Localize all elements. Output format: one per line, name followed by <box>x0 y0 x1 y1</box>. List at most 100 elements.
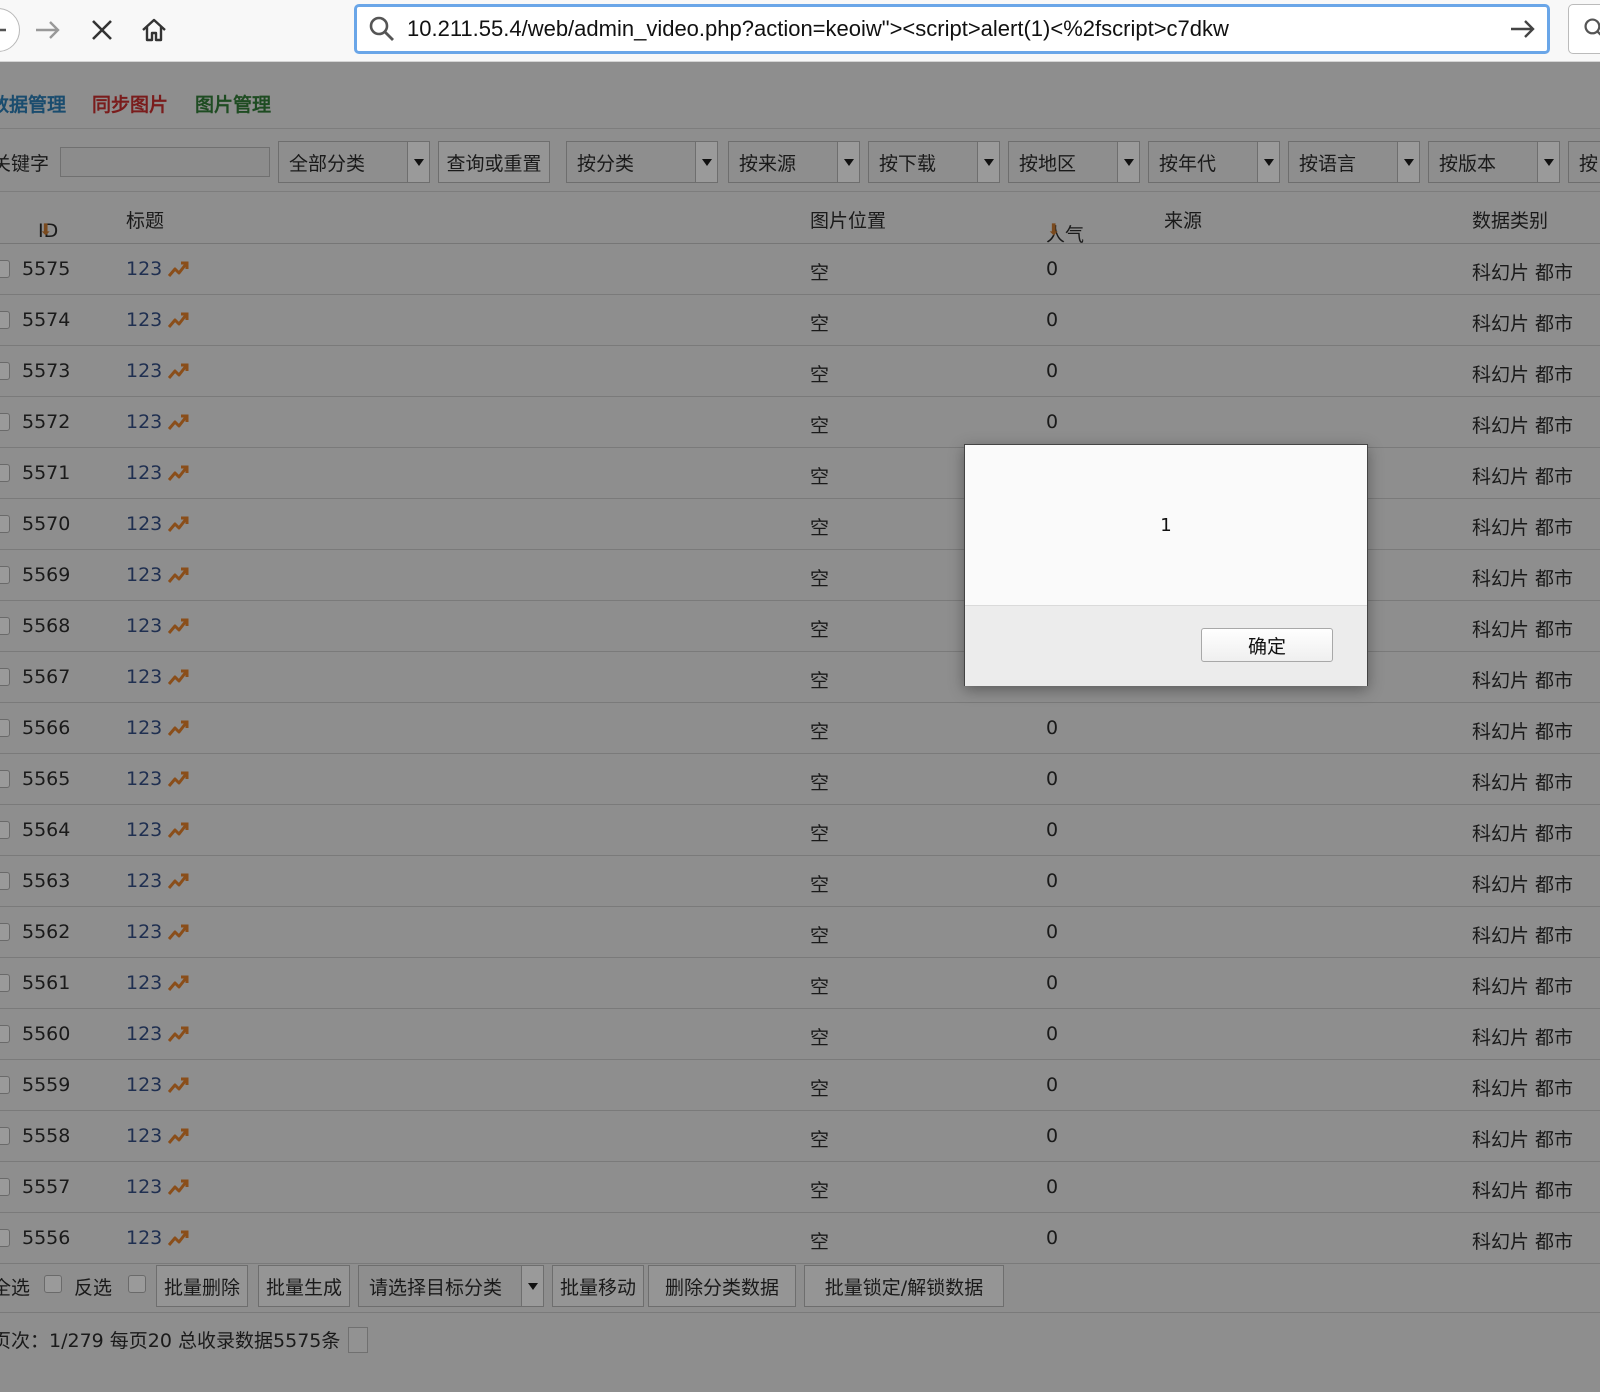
menu-image-manage[interactable]: 图片管理 <box>195 90 271 117</box>
table-row: 5561 123 空 0 科幻片 都市 <box>0 958 1600 1009</box>
row-title-text: 123 <box>126 411 163 433</box>
trend-up-icon <box>168 261 189 277</box>
select-all-checkbox[interactable] <box>44 1275 62 1293</box>
row-title-link[interactable]: 123 <box>126 768 190 790</box>
row-title-text: 123 <box>126 768 163 790</box>
row-title-text: 123 <box>126 462 163 484</box>
row-title-text: 123 <box>126 258 163 280</box>
row-checkbox[interactable] <box>0 974 10 992</box>
arrow-right-icon <box>36 21 60 39</box>
batch-generate-button[interactable]: 批量生成 <box>258 1265 350 1307</box>
row-category: 科幻片 都市 <box>1472 721 1574 743</box>
filter-by-version[interactable]: 按版本 <box>1428 141 1560 183</box>
filter-by-year[interactable]: 按年代 <box>1148 141 1280 183</box>
row-title-link[interactable]: 123 <box>126 1125 190 1147</box>
row-checkbox[interactable] <box>0 872 10 890</box>
row-checkbox[interactable] <box>0 821 10 839</box>
row-checkbox[interactable] <box>0 770 10 788</box>
filter-more[interactable]: 按 <box>1568 141 1600 183</box>
row-title-link[interactable]: 123 <box>126 309 190 331</box>
page-jump-input[interactable] <box>348 1326 369 1353</box>
row-checkbox[interactable] <box>0 464 10 482</box>
row-popularity: 0 <box>1046 1227 1059 1249</box>
row-category: 科幻片 都市 <box>1472 1027 1574 1049</box>
row-checkbox[interactable] <box>0 1178 10 1196</box>
row-popularity: 0 <box>1046 819 1059 841</box>
row-id: 5562 <box>22 921 71 943</box>
row-title-link[interactable]: 123 <box>126 513 190 535</box>
alert-message: 1 <box>1160 514 1172 536</box>
trend-up-icon <box>168 669 189 685</box>
trend-up-icon <box>168 873 189 889</box>
query-reset-button[interactable]: 查询或重置 <box>438 141 550 183</box>
row-id: 5575 <box>22 258 71 280</box>
row-checkbox[interactable] <box>0 362 10 380</box>
row-checkbox[interactable] <box>0 1127 10 1145</box>
filter-by-language[interactable]: 按语言 <box>1288 141 1420 183</box>
go-button[interactable] <box>1499 17 1547 41</box>
home-button[interactable] <box>136 8 172 52</box>
row-checkbox[interactable] <box>0 1025 10 1043</box>
keyword-input[interactable] <box>60 147 270 177</box>
filter-by-source[interactable]: 按来源 <box>728 141 860 183</box>
row-title-link[interactable]: 123 <box>126 258 190 280</box>
row-checkbox[interactable] <box>0 566 10 584</box>
url-text[interactable]: 10.211.55.4/web/admin_video.php?action=k… <box>407 16 1499 42</box>
row-title-link[interactable]: 123 <box>126 1227 190 1249</box>
row-checkbox[interactable] <box>0 515 10 533</box>
row-category: 科幻片 都市 <box>1472 976 1574 998</box>
stop-button[interactable] <box>84 8 120 52</box>
batch-move-button[interactable]: 批量移动 <box>552 1265 644 1307</box>
row-title-link[interactable]: 123 <box>126 921 190 943</box>
row-checkbox[interactable] <box>0 1229 10 1247</box>
row-title-link[interactable]: 123 <box>126 717 190 739</box>
back-button[interactable] <box>0 8 20 52</box>
row-checkbox[interactable] <box>0 668 10 686</box>
header-image-position: 图片位置 <box>810 210 887 232</box>
browser-search-box[interactable] <box>1568 4 1600 54</box>
row-id: 5574 <box>22 309 71 331</box>
filter-by-download[interactable]: 按下载 <box>868 141 1000 183</box>
row-title-link[interactable]: 123 <box>126 870 190 892</box>
row-checkbox[interactable] <box>0 260 10 278</box>
row-image-position: 空 <box>810 823 830 845</box>
batch-delete-button[interactable]: 批量删除 <box>156 1265 248 1307</box>
row-checkbox[interactable] <box>0 719 10 737</box>
row-popularity: 0 <box>1046 411 1059 433</box>
filter-by-region[interactable]: 按地区 <box>1008 141 1140 183</box>
filter-by-category[interactable]: 按分类 <box>566 141 718 183</box>
table-row: 5564 123 空 0 科幻片 都市 <box>0 805 1600 856</box>
ok-button[interactable]: 确定 <box>1201 628 1333 662</box>
trend-up-icon <box>168 1026 189 1042</box>
row-title-link[interactable]: 123 <box>126 462 190 484</box>
row-title-link[interactable]: 123 <box>126 615 190 637</box>
row-checkbox[interactable] <box>0 311 10 329</box>
row-title-text: 123 <box>126 309 163 331</box>
row-title-link[interactable]: 123 <box>126 972 190 994</box>
row-title-link[interactable]: 123 <box>126 819 190 841</box>
target-category-select[interactable]: 请选择目标分类 <box>358 1265 544 1307</box>
menu-sync-images[interactable]: 同步图片 <box>92 90 168 117</box>
row-title-link[interactable]: 123 <box>126 564 190 586</box>
category-select[interactable]: 全部分类 <box>278 141 430 183</box>
row-title-link[interactable]: 123 <box>126 411 190 433</box>
batch-lock-button[interactable]: 批量锁定/解锁数据 <box>804 1265 1004 1307</box>
row-title-link[interactable]: 123 <box>126 360 190 382</box>
invert-checkbox[interactable] <box>128 1275 146 1293</box>
row-title-link[interactable]: 123 <box>126 1023 190 1045</box>
row-title-link[interactable]: 123 <box>126 1074 190 1096</box>
row-title-link[interactable]: 123 <box>126 666 190 688</box>
menu-data-manage[interactable]: 数据管理 <box>0 90 66 117</box>
row-title-link[interactable]: 123 <box>126 1176 190 1198</box>
trend-up-icon <box>168 975 189 991</box>
forward-button[interactable] <box>30 8 66 52</box>
browser-toolbar: 10.211.55.4/web/admin_video.php?action=k… <box>0 0 1600 62</box>
row-id: 5563 <box>22 870 71 892</box>
row-image-position: 空 <box>810 1129 830 1151</box>
row-checkbox[interactable] <box>0 923 10 941</box>
address-bar[interactable]: 10.211.55.4/web/admin_video.php?action=k… <box>354 4 1550 54</box>
delete-category-data-button[interactable]: 删除分类数据 <box>648 1265 796 1307</box>
row-checkbox[interactable] <box>0 1076 10 1094</box>
row-checkbox[interactable] <box>0 617 10 635</box>
row-checkbox[interactable] <box>0 413 10 431</box>
